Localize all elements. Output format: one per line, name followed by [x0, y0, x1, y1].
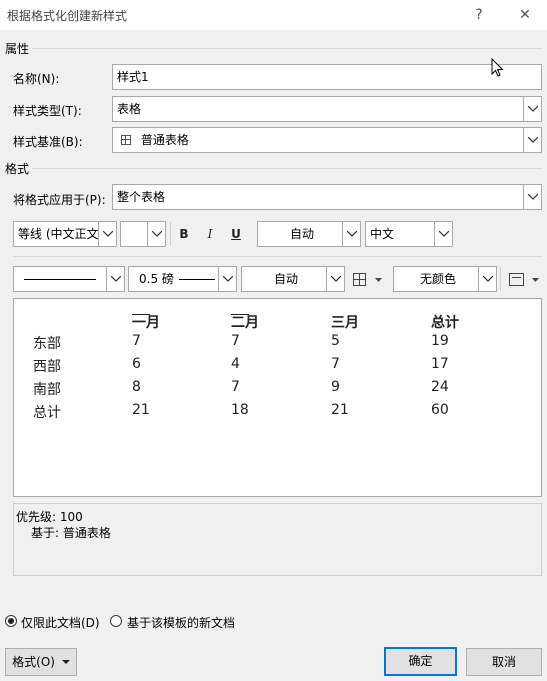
table-cell: 18 — [231, 402, 249, 418]
font-color-value: 自动 — [289, 227, 314, 241]
line-width-icon — [179, 279, 215, 280]
toolbar-divider — [13, 256, 542, 257]
format-divider — [32, 168, 542, 169]
col-header-jan: 一月 — [132, 315, 160, 331]
toolbar-separator — [500, 267, 501, 291]
col-header-feb: 二月 — [231, 315, 259, 331]
table-cell: 7 — [231, 379, 240, 395]
table-cell: 7 — [231, 333, 240, 349]
table-cell: 19 — [431, 333, 449, 349]
dropdown-triangle-icon — [61, 660, 70, 664]
row-label-total: 总计 — [33, 405, 61, 421]
bold-button[interactable]: B — [174, 223, 194, 245]
line-style-icon — [24, 279, 96, 280]
name-label: 名称(N): — [13, 72, 60, 86]
header-overline — [231, 314, 249, 315]
borders-grid-icon — [353, 273, 382, 286]
chevron-down-icon[interactable] — [523, 97, 541, 121]
chevron-down-icon[interactable] — [326, 267, 344, 291]
chevron-down-icon[interactable] — [342, 222, 360, 246]
table-cell: 7 — [331, 356, 340, 372]
table-grid-icon — [121, 135, 131, 145]
close-button[interactable]: ✕ — [514, 4, 536, 26]
based-on-value: 普通表格 — [140, 133, 189, 147]
table-cell: 5 — [331, 333, 340, 349]
table-cell: 4 — [231, 356, 240, 372]
format-button-label: 格式(O) — [12, 655, 55, 669]
format-section-label: 格式 — [5, 162, 30, 176]
border-color-value: 自动 — [273, 272, 298, 286]
border-width-select[interactable]: 0.5 磅 — [128, 266, 237, 292]
border-width-value: 0.5 磅 — [139, 272, 174, 286]
help-button[interactable]: ? — [468, 4, 490, 26]
based-on-label: 样式基准(B): — [13, 135, 83, 149]
style-type-label: 样式类型(T): — [13, 104, 82, 118]
chevron-down-icon[interactable] — [106, 267, 124, 291]
italic-button[interactable]: I — [200, 223, 220, 245]
new-docs-template-radio[interactable] — [110, 615, 122, 627]
borders-button[interactable] — [352, 271, 388, 289]
table-cell: 21 — [132, 402, 150, 418]
cell-alignment-button[interactable] — [506, 271, 542, 289]
apply-to-label: 将格式应用于(P): — [13, 193, 106, 207]
style-type-value: 表格 — [117, 102, 142, 116]
row-label-south: 南部 — [33, 382, 61, 398]
style-type-select[interactable]: 表格 — [112, 96, 542, 122]
ok-button[interactable]: 确定 — [384, 647, 457, 676]
shading-value: 无颜色 — [419, 272, 456, 286]
apply-to-value: 整个表格 — [117, 190, 166, 204]
format-menu-button[interactable]: 格式(O) — [5, 648, 77, 676]
alignment-icon — [509, 273, 539, 286]
chevron-down-icon[interactable] — [478, 267, 496, 291]
priority-text: 优先级: 100 — [16, 510, 83, 524]
table-preview: 一月 二月 三月 总计 东部 7 7 5 19 西部 6 4 7 17 南部 8… — [13, 298, 542, 497]
chevron-down-icon[interactable] — [434, 222, 452, 246]
apply-to-select[interactable]: 整个表格 — [112, 184, 542, 210]
table-cell: 21 — [331, 402, 349, 418]
table-cell: 17 — [431, 356, 449, 372]
new-docs-template-label[interactable]: 基于该模板的新文档 — [127, 614, 235, 631]
font-name-select[interactable]: 等线 (中文正文 — [13, 221, 117, 247]
language-select[interactable]: 中文 — [365, 221, 453, 247]
properties-divider — [32, 48, 542, 49]
row-label-east: 东部 — [33, 336, 61, 352]
style-description: 优先级: 100 基于: 普通表格 — [13, 503, 542, 576]
underline-button[interactable]: U — [226, 223, 246, 245]
shading-select[interactable]: 无颜色 — [393, 266, 497, 292]
table-cell: 7 — [132, 333, 141, 349]
header-overline — [132, 314, 150, 315]
toolbar-separator — [170, 222, 171, 246]
font-size-select[interactable] — [120, 221, 166, 247]
based-on-text: 基于: 普通表格 — [31, 526, 111, 540]
table-cell: 8 — [132, 379, 141, 395]
name-input[interactable]: 样式1 — [112, 64, 542, 90]
language-value: 中文 — [370, 227, 395, 241]
cancel-button[interactable]: 取消 — [466, 648, 542, 676]
table-cell: 6 — [132, 356, 141, 372]
border-style-select[interactable] — [13, 266, 125, 292]
mouse-cursor-icon — [491, 58, 504, 77]
chevron-down-icon[interactable] — [147, 222, 165, 246]
chevron-down-icon[interactable] — [523, 185, 541, 209]
font-color-select[interactable]: 自动 — [257, 221, 361, 247]
table-cell: 24 — [431, 379, 449, 395]
row-label-west: 西部 — [33, 359, 61, 375]
col-header-mar: 三月 — [331, 315, 359, 331]
border-color-select[interactable]: 自动 — [241, 266, 345, 292]
chevron-down-icon[interactable] — [98, 222, 116, 246]
chevron-down-icon[interactable] — [523, 128, 541, 152]
properties-section-label: 属性 — [5, 42, 30, 56]
dialog-title: 根据格式化创建新样式 — [7, 9, 128, 23]
based-on-select[interactable]: 普通表格 — [112, 127, 542, 153]
only-this-doc-label[interactable]: 仅限此文档(D) — [21, 614, 100, 631]
table-cell: 9 — [331, 379, 340, 395]
col-header-total: 总计 — [431, 315, 459, 331]
only-this-doc-radio[interactable] — [5, 615, 17, 627]
table-cell: 60 — [431, 402, 449, 418]
chevron-down-icon[interactable] — [218, 267, 236, 291]
font-name-value: 等线 (中文正文 — [18, 227, 99, 241]
